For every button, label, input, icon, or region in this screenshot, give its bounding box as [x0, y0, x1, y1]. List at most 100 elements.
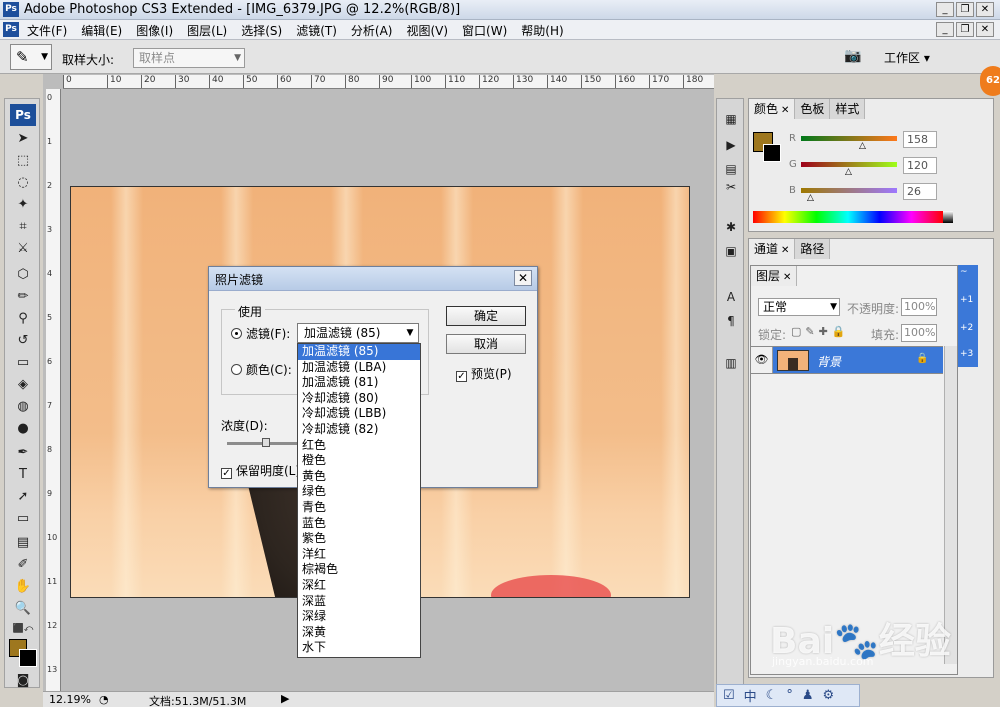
dropdown-option[interactable]: 橙色 [298, 453, 420, 469]
dropdown-option[interactable]: 棕褐色 [298, 562, 420, 578]
pen-tool-icon[interactable]: ✒ [11, 443, 35, 463]
dropdown-option[interactable]: 冷却滤镜 (82) [298, 422, 420, 438]
preview-checkbox[interactable]: ✓ 预览(P) [456, 365, 512, 382]
restore-button[interactable]: ❐ [956, 2, 974, 17]
history-icon[interactable]: ▦ [721, 109, 741, 129]
magic-wand-tool-icon[interactable]: ✦ [11, 195, 35, 215]
doc-minimize-button[interactable]: _ [936, 22, 954, 37]
layer-row-background[interactable]: 👁 背景 🔒 [751, 346, 943, 374]
dropdown-option[interactable]: 红色 [298, 438, 420, 454]
layers-scrollbar[interactable] [944, 346, 957, 664]
background-color-swatch[interactable] [19, 649, 37, 667]
close-button[interactable]: ✕ [976, 2, 994, 17]
dropdown-option[interactable]: 深绿 [298, 609, 420, 625]
menu-file[interactable]: 文件(F) [27, 22, 67, 39]
blue-value[interactable]: 26 [903, 183, 937, 200]
tab-channels[interactable]: 通道 ✕ [749, 239, 796, 259]
clone-source-icon[interactable]: ▣ [721, 241, 741, 261]
ime-chinese-icon[interactable]: 中 [744, 686, 757, 705]
dropdown-option[interactable]: 冷却滤镜 (80) [298, 391, 420, 407]
tab-swatches[interactable]: 色板 [795, 99, 831, 119]
info-icon[interactable]: ▥ [721, 353, 741, 373]
status-options-icon[interactable]: ◔ [99, 693, 109, 706]
notes-tool-icon[interactable]: ▤ [11, 533, 35, 553]
move-tool-icon[interactable]: ➤ [11, 129, 35, 149]
dropdown-option[interactable]: 深黄 [298, 625, 420, 641]
document-icon[interactable]: Ps [3, 22, 19, 37]
history-brush-tool-icon[interactable]: ↺ [11, 331, 35, 351]
marquee-tool-icon[interactable]: ⬚ [11, 151, 35, 171]
paint-bucket-tool-icon[interactable]: ◈ [11, 375, 35, 395]
tool-preset-picker[interactable]: ✎ ▼ [10, 44, 52, 70]
paragraph-icon[interactable]: ¶ [721, 311, 741, 331]
color-spectrum[interactable] [753, 211, 943, 223]
ime-gear-icon[interactable]: ⚙ [822, 688, 834, 703]
close-icon[interactable]: ✕ [781, 105, 789, 116]
ime-punct-icon[interactable]: ° [786, 688, 793, 703]
ime-checkbox-icon[interactable]: ☑ [723, 688, 735, 703]
doc-close-button[interactable]: ✕ [976, 22, 994, 37]
doc-restore-button[interactable]: ❐ [956, 22, 974, 37]
eye-icon[interactable]: 👁 [751, 347, 773, 373]
ok-button[interactable]: 确定 [446, 306, 526, 326]
actions-icon[interactable]: ▶ [721, 135, 741, 155]
status-menu-arrow-icon[interactable]: ▶ [281, 692, 289, 705]
default-colors-icon[interactable]: ⬛⤺ [11, 619, 35, 639]
character-icon[interactable]: A [721, 287, 741, 307]
menu-filter[interactable]: 滤镜(T) [296, 22, 337, 39]
workspace-button[interactable]: 工作区 ▾ [884, 49, 930, 66]
color-radio[interactable]: 颜色(C): [231, 361, 292, 378]
dropdown-option[interactable]: 紫色 [298, 531, 420, 547]
dropdown-option[interactable]: 冷却滤镜 (LBB) [298, 406, 420, 422]
green-slider-thumb[interactable]: △ [845, 167, 852, 177]
layer-comps-icon[interactable]: ▤ [721, 159, 741, 179]
brushes-icon[interactable]: ✱ [721, 217, 741, 237]
menu-window[interactable]: 窗口(W) [462, 22, 507, 39]
lasso-tool-icon[interactable]: ◌ [11, 173, 35, 193]
dropdown-option[interactable]: 洋红 [298, 547, 420, 563]
ime-moon-icon[interactable]: ☾ [766, 688, 778, 703]
dropdown-option[interactable]: 加温滤镜 (LBA) [298, 360, 420, 376]
tab-layers[interactable]: 图层 ✕ [751, 266, 798, 286]
dropdown-option[interactable]: 加温滤镜 (85) [298, 344, 420, 360]
tab-styles[interactable]: 样式 [830, 99, 866, 119]
filter-select[interactable]: 加温滤镜 (85) ▼ [297, 323, 419, 343]
eyedropper-tool-icon[interactable]: ✐ [11, 555, 35, 575]
tab-paths[interactable]: 路径 [795, 239, 831, 259]
close-icon[interactable]: ✕ [783, 272, 791, 283]
shape-tool-icon[interactable]: ▭ [11, 509, 35, 529]
path-selection-tool-icon[interactable]: ➚ [11, 487, 35, 507]
preserve-luminosity-checkbox[interactable]: ✓ 保留明度(L) [221, 462, 300, 479]
menu-view[interactable]: 视图(V) [406, 22, 448, 39]
minimize-button[interactable]: _ [936, 2, 954, 17]
cancel-button[interactable]: 取消 [446, 334, 526, 354]
quick-mask-icon[interactable]: ◙ [11, 671, 35, 691]
ps-tile-icon[interactable]: Ps [10, 104, 36, 126]
type-tool-icon[interactable]: T [11, 465, 35, 485]
red-value[interactable]: 158 [903, 131, 937, 148]
blue-slider[interactable] [801, 188, 897, 193]
blend-mode-select[interactable]: 正常 ▼ [758, 298, 840, 316]
dropdown-option[interactable]: 深蓝 [298, 594, 420, 610]
eraser-tool-icon[interactable]: ▭ [11, 353, 35, 373]
layer-name[interactable]: 背景 [817, 353, 841, 370]
dropdown-option[interactable]: 青色 [298, 500, 420, 516]
clone-stamp-tool-icon[interactable]: ⚲ [11, 309, 35, 329]
dropdown-option[interactable]: 黄色 [298, 469, 420, 485]
tab-color[interactable]: 颜色 ✕ [749, 99, 796, 119]
dropdown-option[interactable]: 深红 [298, 578, 420, 594]
menu-select[interactable]: 选择(S) [241, 22, 282, 39]
fill-input[interactable]: 100% [901, 324, 937, 342]
dropdown-option[interactable]: 绿色 [298, 484, 420, 500]
grayscale-ramp[interactable] [943, 211, 953, 223]
bridge-icon[interactable]: 📷 [844, 48, 866, 66]
dropdown-option[interactable]: 加温滤镜 (81) [298, 375, 420, 391]
dropdown-option[interactable]: 水下 [298, 640, 420, 656]
close-icon[interactable]: ✕ [781, 245, 789, 256]
tool-presets-icon[interactable]: ✂ [721, 177, 741, 197]
filter-radio[interactable]: 滤镜(F): [231, 325, 290, 342]
blur-tool-icon[interactable]: ◍ [11, 397, 35, 417]
crop-tool-icon[interactable]: ⌗ [11, 217, 35, 237]
blue-slider-thumb[interactable]: △ [807, 193, 814, 203]
ime-user-icon[interactable]: ♟ [802, 688, 814, 703]
